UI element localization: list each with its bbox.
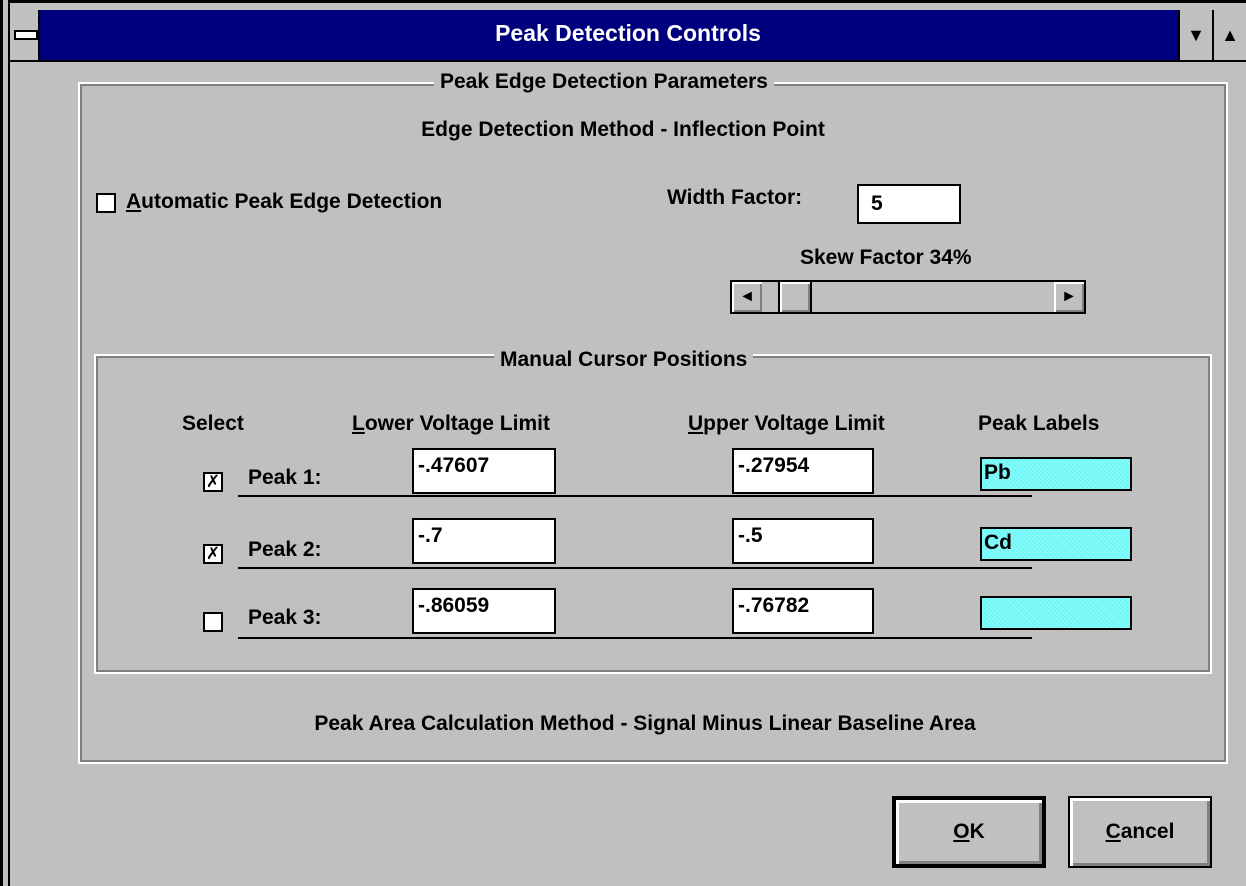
window-title: Peak Detection Controls	[495, 20, 761, 46]
ok-button[interactable]: OK	[892, 796, 1046, 868]
peak-2-row-divider	[238, 567, 1032, 569]
arrow-right-icon: ►	[1061, 288, 1077, 305]
upper-voltage-header-rest: pper Voltage Limit	[703, 412, 885, 435]
arrow-left-icon: ◄	[739, 288, 755, 305]
manual-cursor-group-legend: Manual Cursor Positions	[494, 348, 754, 372]
cancel-button[interactable]: Cancel	[1068, 796, 1212, 868]
peak-1-upper-input[interactable]: -.27954	[732, 448, 874, 494]
auto-detection-mnemonic: A	[126, 190, 142, 213]
system-menu-icon	[14, 30, 38, 40]
ok-mnemonic: O	[953, 820, 970, 843]
minimize-icon: ▼	[1187, 25, 1205, 45]
peak-1-lower-input[interactable]: -.47607	[412, 448, 556, 494]
title-bar[interactable]: Peak Detection Controls	[10, 10, 1246, 62]
auto-detection-label-rest: utomatic Peak Edge Detection	[141, 190, 443, 213]
peak-2-label: Peak 2:	[248, 538, 322, 561]
maximize-icon: ▲	[1221, 25, 1239, 45]
peak-3-upper-input[interactable]: -.76782	[732, 588, 874, 634]
peak-1-row-divider	[238, 495, 1032, 497]
area-calculation-method-label: Peak Area Calculation Method - Signal Mi…	[314, 712, 976, 735]
peak-1-label-input[interactable]: Pb	[980, 457, 1132, 491]
lower-voltage-header: Lower Voltage Limit	[352, 412, 550, 436]
minimize-button[interactable]: ▼	[1178, 10, 1212, 60]
lower-voltage-header-rest: ower Voltage Limit	[364, 412, 550, 435]
scroll-left-button[interactable]: ◄	[732, 282, 762, 312]
edge-detection-group-legend: Peak Edge Detection Parameters	[434, 70, 774, 94]
peak-2-checkbox[interactable]: ✗	[203, 544, 223, 564]
peak-2-upper-input[interactable]: -.5	[732, 518, 874, 564]
peak-3-label-input[interactable]	[980, 596, 1132, 630]
cancel-mnemonic: C	[1105, 820, 1121, 843]
peak-2-lower-input[interactable]: -.7	[412, 518, 556, 564]
system-menu-button[interactable]	[10, 10, 40, 60]
peak-3-lower-input[interactable]: -.86059	[412, 588, 556, 634]
auto-detection-label[interactable]: Automatic Peak Edge Detection	[126, 190, 442, 214]
edge-detection-method-label: Edge Detection Method - Inflection Point	[421, 118, 825, 141]
skew-factor-label: Skew Factor 34%	[800, 246, 972, 269]
peak-labels-header: Peak Labels	[978, 412, 1100, 435]
upper-voltage-mnemonic: U	[688, 412, 704, 435]
peak-2-label-input[interactable]: Cd	[980, 527, 1132, 561]
peak-3-checkbox[interactable]	[203, 612, 223, 632]
peak-3-label: Peak 3:	[248, 606, 322, 629]
ok-label-rest: K	[969, 820, 985, 843]
width-factor-input[interactable]: 5	[857, 184, 961, 224]
lower-voltage-mnemonic: L	[352, 412, 365, 435]
maximize-button[interactable]: ▲	[1212, 10, 1246, 60]
auto-detection-checkbox[interactable]	[96, 193, 116, 213]
width-factor-label: Width Factor:	[667, 186, 803, 209]
cancel-label-rest: ancel	[1120, 820, 1175, 843]
upper-voltage-header: Upper Voltage Limit	[688, 412, 885, 436]
skew-factor-scrollbar[interactable]: ◄ ►	[730, 280, 1086, 314]
window-frame-top	[0, 0, 1246, 8]
scroll-right-button[interactable]: ►	[1054, 282, 1084, 312]
skew-factor-thumb[interactable]	[778, 282, 812, 312]
peak-3-row-divider	[238, 637, 1032, 639]
select-column-header: Select	[182, 412, 244, 435]
peak-1-label: Peak 1:	[248, 466, 322, 489]
peak-1-checkbox[interactable]: ✗	[203, 472, 223, 492]
